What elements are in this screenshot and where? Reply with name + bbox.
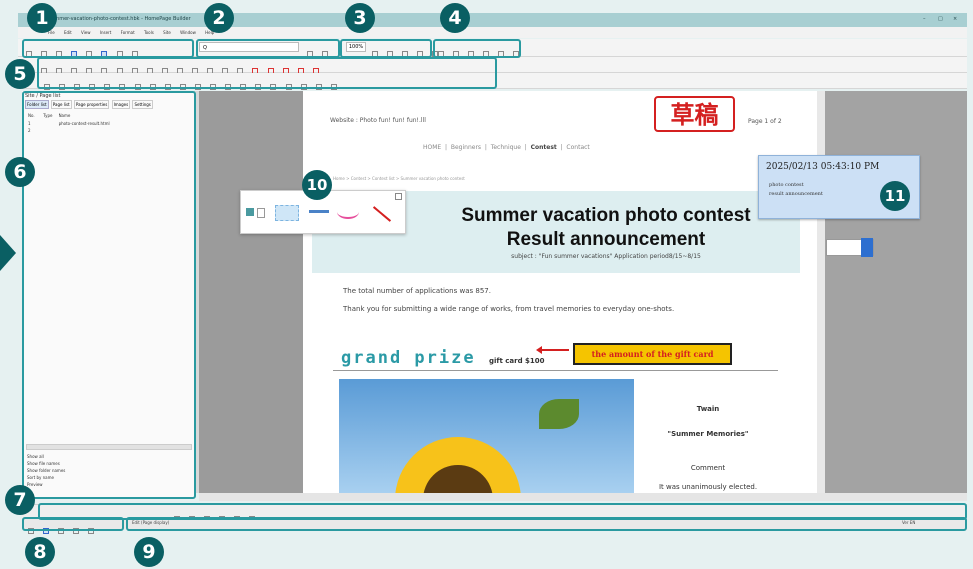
site-title: Website : Photo fun! fun! fun!.lll xyxy=(330,117,426,124)
horizontal-scrollbar[interactable] xyxy=(199,493,967,501)
highlight-fill-icon[interactable] xyxy=(275,205,299,221)
wave-line-icon[interactable] xyxy=(337,205,359,219)
callout-9: 9 xyxy=(134,537,164,567)
menu-format[interactable]: Format xyxy=(121,30,135,35)
pointer-arrow-icon xyxy=(0,235,16,271)
callout-11: 11 xyxy=(880,181,910,211)
callout-2: 2 xyxy=(204,3,234,33)
canvas-margin-left xyxy=(199,91,303,493)
winner-title: "Summer Memories" xyxy=(667,430,749,438)
highlight-frame-8 xyxy=(22,517,124,531)
menu-bar: File Edit View Insert Format Tools Site … xyxy=(18,27,967,38)
nav-contact[interactable]: Contact xyxy=(566,144,589,151)
gift-amount-annotation[interactable]: the amount of the gift card xyxy=(573,343,732,365)
highlight-frame-3 xyxy=(340,39,432,58)
winner-name: Twain xyxy=(696,405,720,413)
nav-beginners[interactable]: Beginners xyxy=(451,144,481,151)
callout-3: 3 xyxy=(345,3,375,33)
maximize-button[interactable]: □ xyxy=(938,16,943,22)
close-button[interactable]: × xyxy=(953,16,957,22)
callout-1: 1 xyxy=(27,3,57,33)
highlight-frame-6 xyxy=(22,91,196,499)
color-swatch-icon[interactable] xyxy=(246,208,254,216)
highlight-frame-2 xyxy=(196,39,340,58)
winner-photo xyxy=(339,379,634,493)
line-width-icon[interactable] xyxy=(309,210,329,213)
callout-7: 7 xyxy=(5,485,35,515)
comment-label: Comment xyxy=(690,464,726,472)
gift-card-label: gift card $100 xyxy=(489,357,545,365)
highlight-frame-9 xyxy=(126,517,967,531)
breadcrumb: Home > Contest > Contest list > Summer v… xyxy=(333,176,465,181)
highlight-frame-4 xyxy=(433,39,521,58)
highlight-frame-5 xyxy=(37,57,497,89)
callout-8: 8 xyxy=(25,537,55,567)
nav-technique[interactable]: Technique xyxy=(491,144,521,151)
document-scrollbar[interactable] xyxy=(817,91,825,493)
page-info: Page 1 of 2 xyxy=(748,118,782,125)
title-bar: Summer-vacation-photo-contest.hbk - Home… xyxy=(18,13,967,27)
window-title: Summer-vacation-photo-contest.hbk - Home… xyxy=(48,16,191,22)
menu-site[interactable]: Site xyxy=(163,30,171,35)
fill-tool-icon[interactable] xyxy=(257,208,265,218)
grand-prize-heading: grand prize xyxy=(341,348,476,368)
menu-view[interactable]: View xyxy=(81,30,91,35)
comment-text: It was unanimously elected. xyxy=(658,483,758,491)
callout-6: 6 xyxy=(5,157,35,187)
menu-tools[interactable]: Tools xyxy=(144,30,154,35)
draft-stamp: 草稿 xyxy=(654,96,735,132)
red-arrow-annotation xyxy=(536,346,569,354)
nav-contest[interactable]: Contest xyxy=(531,144,557,151)
callout-10: 10 xyxy=(302,170,332,200)
menu-window[interactable]: Window xyxy=(180,30,196,35)
document-canvas[interactable]: Website : Photo fun! fun! fun!.lll 草稿 Pa… xyxy=(303,91,817,493)
nav-home[interactable]: HOME xyxy=(423,144,441,151)
minimize-button[interactable]: – xyxy=(923,16,926,22)
diagonal-line-icon[interactable] xyxy=(372,206,392,222)
highlight-frame-1 xyxy=(22,39,194,58)
section-divider xyxy=(333,370,778,371)
callout-5: 5 xyxy=(5,59,35,89)
menu-edit[interactable]: Edit xyxy=(64,30,72,35)
body-para-1: The total number of applications was 857… xyxy=(343,287,491,295)
body-para-2: Thank you for submitting a wide range of… xyxy=(343,305,675,313)
sticky-note-timestamp: 2025/02/13 05:43:10 PM xyxy=(766,162,880,172)
sticky-note-line-2: result announcement xyxy=(769,191,823,197)
subject-line: subject : "Fun summer vacations" Applica… xyxy=(511,253,701,260)
sticky-note-line-1: photo contest xyxy=(769,182,804,188)
canvas-margin-right xyxy=(825,91,967,493)
leaf-shape xyxy=(539,399,579,429)
slider-thumb[interactable] xyxy=(861,238,873,257)
site-nav: HOME | Beginners | Technique | Contest |… xyxy=(423,144,590,151)
menu-insert[interactable]: Insert xyxy=(100,30,111,35)
callout-4: 4 xyxy=(440,3,470,33)
palette-close-icon[interactable] xyxy=(395,193,402,200)
